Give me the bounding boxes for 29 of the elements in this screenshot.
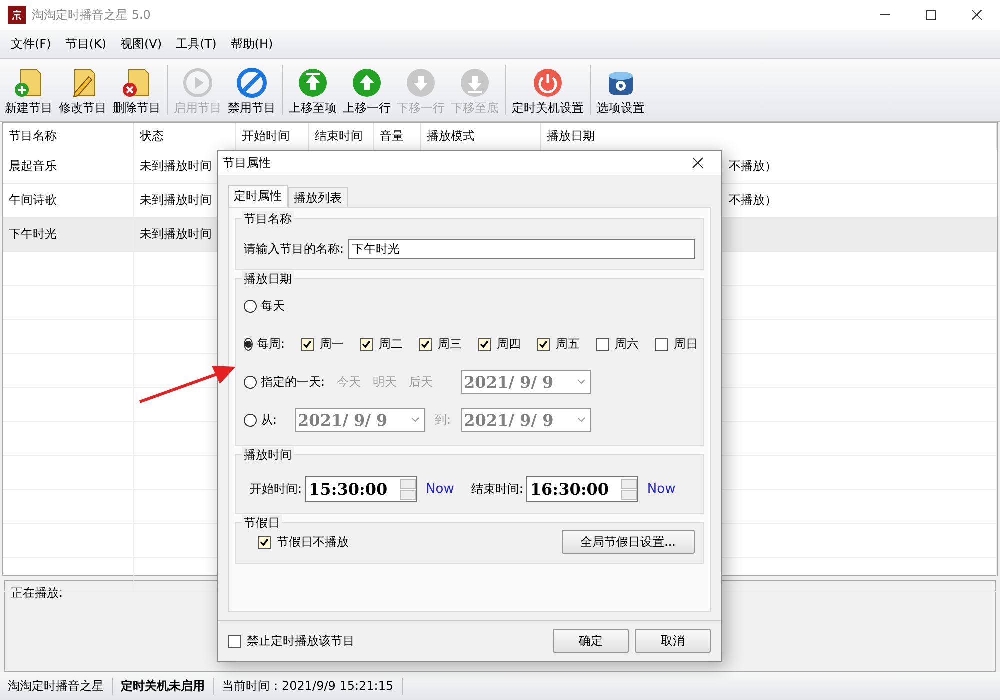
option-label: 指定的一天:	[261, 374, 326, 390]
status-text: 定时关机未启用	[113, 678, 214, 694]
group-title: 播放日期	[242, 271, 294, 288]
window-title: 淘淘定时播音之星 5.0	[32, 6, 152, 24]
option-label: 从:	[261, 412, 278, 428]
group-title: 节假日	[242, 515, 282, 532]
status-text: 当前时间：2021/9/9 15:21:15	[214, 678, 403, 694]
day-label: 周四	[497, 336, 522, 352]
day-label: 周二	[379, 336, 404, 352]
option-label: 每周:	[257, 336, 286, 352]
group-title: 播放时间	[242, 447, 294, 464]
table-cell: 下午时光	[3, 218, 134, 251]
checkbox-label: 禁止定时播放该节目	[247, 632, 355, 650]
day-label: 周三	[438, 336, 462, 352]
table-cell-text: 不播放）	[728, 158, 778, 175]
day-label: 周六	[615, 336, 640, 352]
day-label: 周五	[556, 336, 580, 352]
checkbox-label: 节假日不播放	[277, 534, 349, 550]
table-cell: 晨起音乐	[3, 150, 134, 183]
status-text: 淘淘定时播音之星	[0, 678, 113, 694]
field-label: 结束时间:	[471, 480, 524, 498]
to-label: 到:	[435, 412, 452, 428]
day-label: 周日	[674, 336, 698, 352]
option-label: 每天	[261, 298, 285, 314]
field-label: 开始时间:	[250, 480, 302, 498]
field-label: 请输入节目的名称:	[244, 240, 344, 258]
day-label: 周一	[320, 336, 344, 352]
table-cell: 午间诗歌	[3, 184, 134, 217]
table-cell-text: 不播放）	[728, 192, 778, 209]
